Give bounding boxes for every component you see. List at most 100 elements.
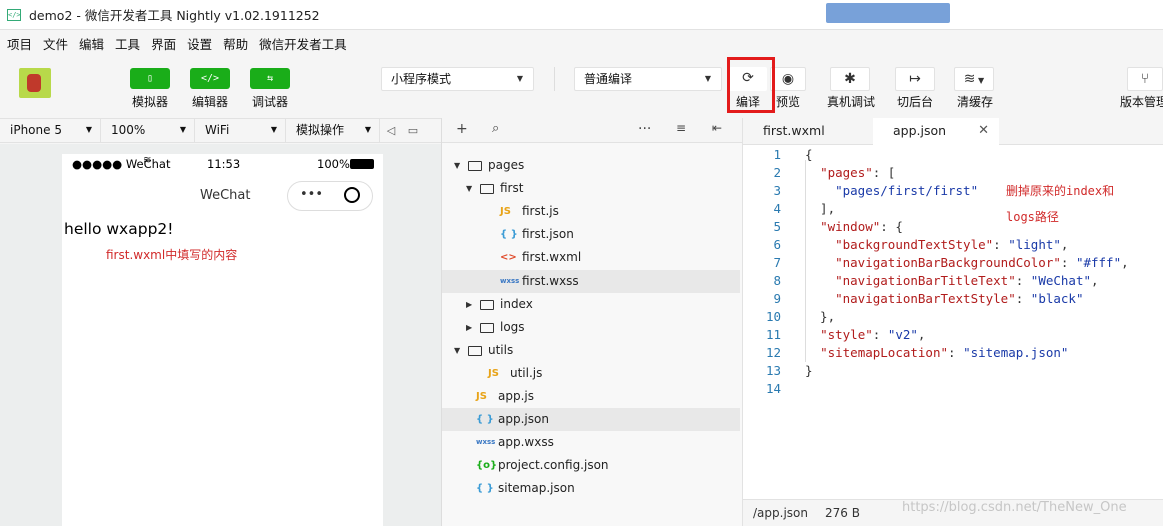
version-button[interactable]: ⑂ <box>1127 67 1163 91</box>
tree-item[interactable]: ▼ pages <box>442 154 740 177</box>
close-circle-icon[interactable] <box>344 187 360 203</box>
tree-item[interactable]: wxss first.wxss <box>442 269 740 293</box>
compile-select-value: 普通编译 <box>584 72 633 86</box>
menu-view[interactable]: 界面 <box>151 34 176 53</box>
code-line: "navigationBarTextStyle": "black" <box>835 291 1084 306</box>
tree-item[interactable]: { } app.json <box>442 408 740 432</box>
tree-item[interactable]: <> first.wxml <box>442 246 740 269</box>
tree-item[interactable]: JS util.js <box>442 362 740 385</box>
simulator-toggle-button[interactable]: ▯ <box>130 68 170 89</box>
avatar[interactable] <box>19 68 51 98</box>
caret-right-icon[interactable]: ▶ <box>466 293 472 316</box>
battery-icon <box>350 159 374 169</box>
folder-icon <box>480 322 494 333</box>
code-line: }, <box>805 309 836 324</box>
tree-item[interactable]: {o} project.config.json <box>442 454 740 477</box>
file-path: /app.json <box>753 506 808 520</box>
tree-item-label: first.wxss <box>522 273 579 288</box>
tree-item[interactable]: JS app.js <box>442 385 740 408</box>
code-area[interactable]: 1 {2 "pages": [3 "pages/first/first" 4 ], 5… <box>743 146 1163 498</box>
tree-item[interactable]: ▼ utils <box>442 339 740 362</box>
code-line: "backgroundTextStyle": "light", <box>835 237 1069 252</box>
tab-label: first.wxml <box>763 123 825 138</box>
clear-cache-label: 清缓存 <box>956 95 993 109</box>
layers-icon: ≋ <box>963 71 976 87</box>
file-explorer: + ⌕ ··· ≡ ⇤ ▼ pages ▼ first JS first.js { } fir… <box>442 118 742 526</box>
tree-item-label: project.config.json <box>498 458 609 473</box>
line-number: 10 <box>765 309 781 324</box>
tree-item[interactable]: wxss app.wxss <box>442 431 740 454</box>
menu-settings[interactable]: 设置 <box>187 34 212 53</box>
menu-tools[interactable]: 工具 <box>115 34 140 53</box>
code-line: "navigationBarBackgroundColor": "#fff", <box>835 255 1129 270</box>
collapse-all-icon[interactable]: ≡ <box>676 121 686 135</box>
file-size: 276 B <box>825 506 860 520</box>
capsule-menu[interactable]: ••• <box>287 181 373 211</box>
chevron-down-icon: ▼ <box>975 76 985 85</box>
caret-down-icon[interactable]: ▼ <box>454 339 460 362</box>
window-icon[interactable]: ▭ <box>402 124 424 137</box>
code-line: "navigationBarTitleText": "WeChat", <box>835 273 1099 288</box>
exit-arrow-icon: ↦ <box>909 71 921 87</box>
tree-item[interactable]: ▶ logs <box>442 316 740 339</box>
menu-file[interactable]: 文件 <box>43 34 68 53</box>
clear-cache-button[interactable]: ≋ ▼ <box>954 67 994 91</box>
caret-down-icon[interactable]: ▼ <box>454 154 460 177</box>
background-button[interactable]: ↦ <box>895 67 935 91</box>
compile-mode-select[interactable]: 普通编译 ▼ <box>574 67 722 91</box>
network-select[interactable]: WiFi ▼ <box>195 118 286 143</box>
line-number: 8 <box>773 273 781 288</box>
search-icon[interactable]: ⌕ <box>492 121 499 136</box>
line-number: 9 <box>773 291 781 306</box>
folder-icon <box>480 184 494 195</box>
tree-item[interactable]: ▼ first <box>442 177 740 200</box>
zoom-value: 100% <box>111 123 146 137</box>
preview-button[interactable]: ◉ <box>770 67 806 91</box>
line-number: 11 <box>765 327 781 342</box>
menu-edit[interactable]: 编辑 <box>79 34 104 53</box>
menu-help[interactable]: 帮助 <box>223 34 248 53</box>
tree-item[interactable]: { } first.json <box>442 223 740 246</box>
mode-select[interactable]: 小程序模式 ▼ <box>381 67 534 91</box>
device-select[interactable]: iPhone 5 ▼ <box>0 118 101 143</box>
title-bar: </> demo2 - 微信开发者工具 Nightly v1.02.191125… <box>0 0 1163 30</box>
more-icon[interactable]: ··· <box>638 121 651 137</box>
add-icon[interactable]: + <box>456 121 468 137</box>
close-icon[interactable]: ✕ <box>978 118 989 144</box>
zoom-select[interactable]: 100% ▼ <box>101 118 195 143</box>
caret-down-icon[interactable]: ▼ <box>466 177 472 200</box>
tree-item[interactable]: JS first.js <box>442 200 740 223</box>
split-panel-icon[interactable]: ⇤ <box>712 121 722 135</box>
folder-icon <box>480 299 494 310</box>
json-file-icon: { } <box>500 229 518 241</box>
folder-icon <box>468 345 482 356</box>
code-editor: first.wxml app.json ✕ 1 {2 "pages": [3 "pa… <box>742 118 1163 526</box>
tab-first-wxml[interactable]: first.wxml <box>743 118 873 145</box>
editor-toggle-button[interactable]: </> <box>190 68 230 89</box>
debugger-toggle-button[interactable]: ⇆ <box>250 68 290 89</box>
editor-label: 编辑器 <box>191 95 228 109</box>
more-dots-icon[interactable]: ••• <box>300 187 323 202</box>
simulator-toolbar: iPhone 5 ▼ 100% ▼ WiFi ▼ 模拟操作 ▼ ◁ ▭ <box>0 118 441 143</box>
folder-icon <box>468 161 482 171</box>
simulate-operation-select[interactable]: 模拟操作 ▼ <box>286 118 380 143</box>
compile-highlight-box <box>727 57 775 113</box>
window-title: demo2 - 微信开发者工具 Nightly v1.02.1911252 <box>29 8 320 23</box>
remote-debug-button[interactable]: ✱ <box>830 67 870 91</box>
caret-right-icon[interactable]: ▶ <box>466 316 472 339</box>
tree-item-label: logs <box>500 319 525 334</box>
annotation-wxml: first.wxml中填写的内容 <box>106 248 238 262</box>
chevron-down-icon: ▼ <box>704 74 711 83</box>
json-file-icon: { } <box>476 483 494 495</box>
tree-item-label: index <box>500 296 533 311</box>
volume-icon[interactable]: ◁ <box>380 124 402 137</box>
toolbar: ▯ 模拟器 </> 编辑器 ⇆ 调试器 小程序模式 ▼ 普通编译 ▼ ⟳ 编译 ◉ … <box>0 55 1163 118</box>
tab-app-json[interactable]: app.json ✕ <box>873 118 999 145</box>
menu-project[interactable]: 项目 <box>7 34 32 53</box>
menu-devtools[interactable]: 微信开发者工具 <box>259 34 347 53</box>
remote-debug-label: 真机调试 <box>826 95 875 109</box>
simulator-area: ●●●●● WeChat ≋ 11:53 100% WeChat ••• hel… <box>0 144 441 526</box>
tree-item[interactable]: { } sitemap.json <box>442 477 740 500</box>
tree-item[interactable]: ▶ index <box>442 293 740 316</box>
config-file-icon: {o} <box>476 460 498 472</box>
